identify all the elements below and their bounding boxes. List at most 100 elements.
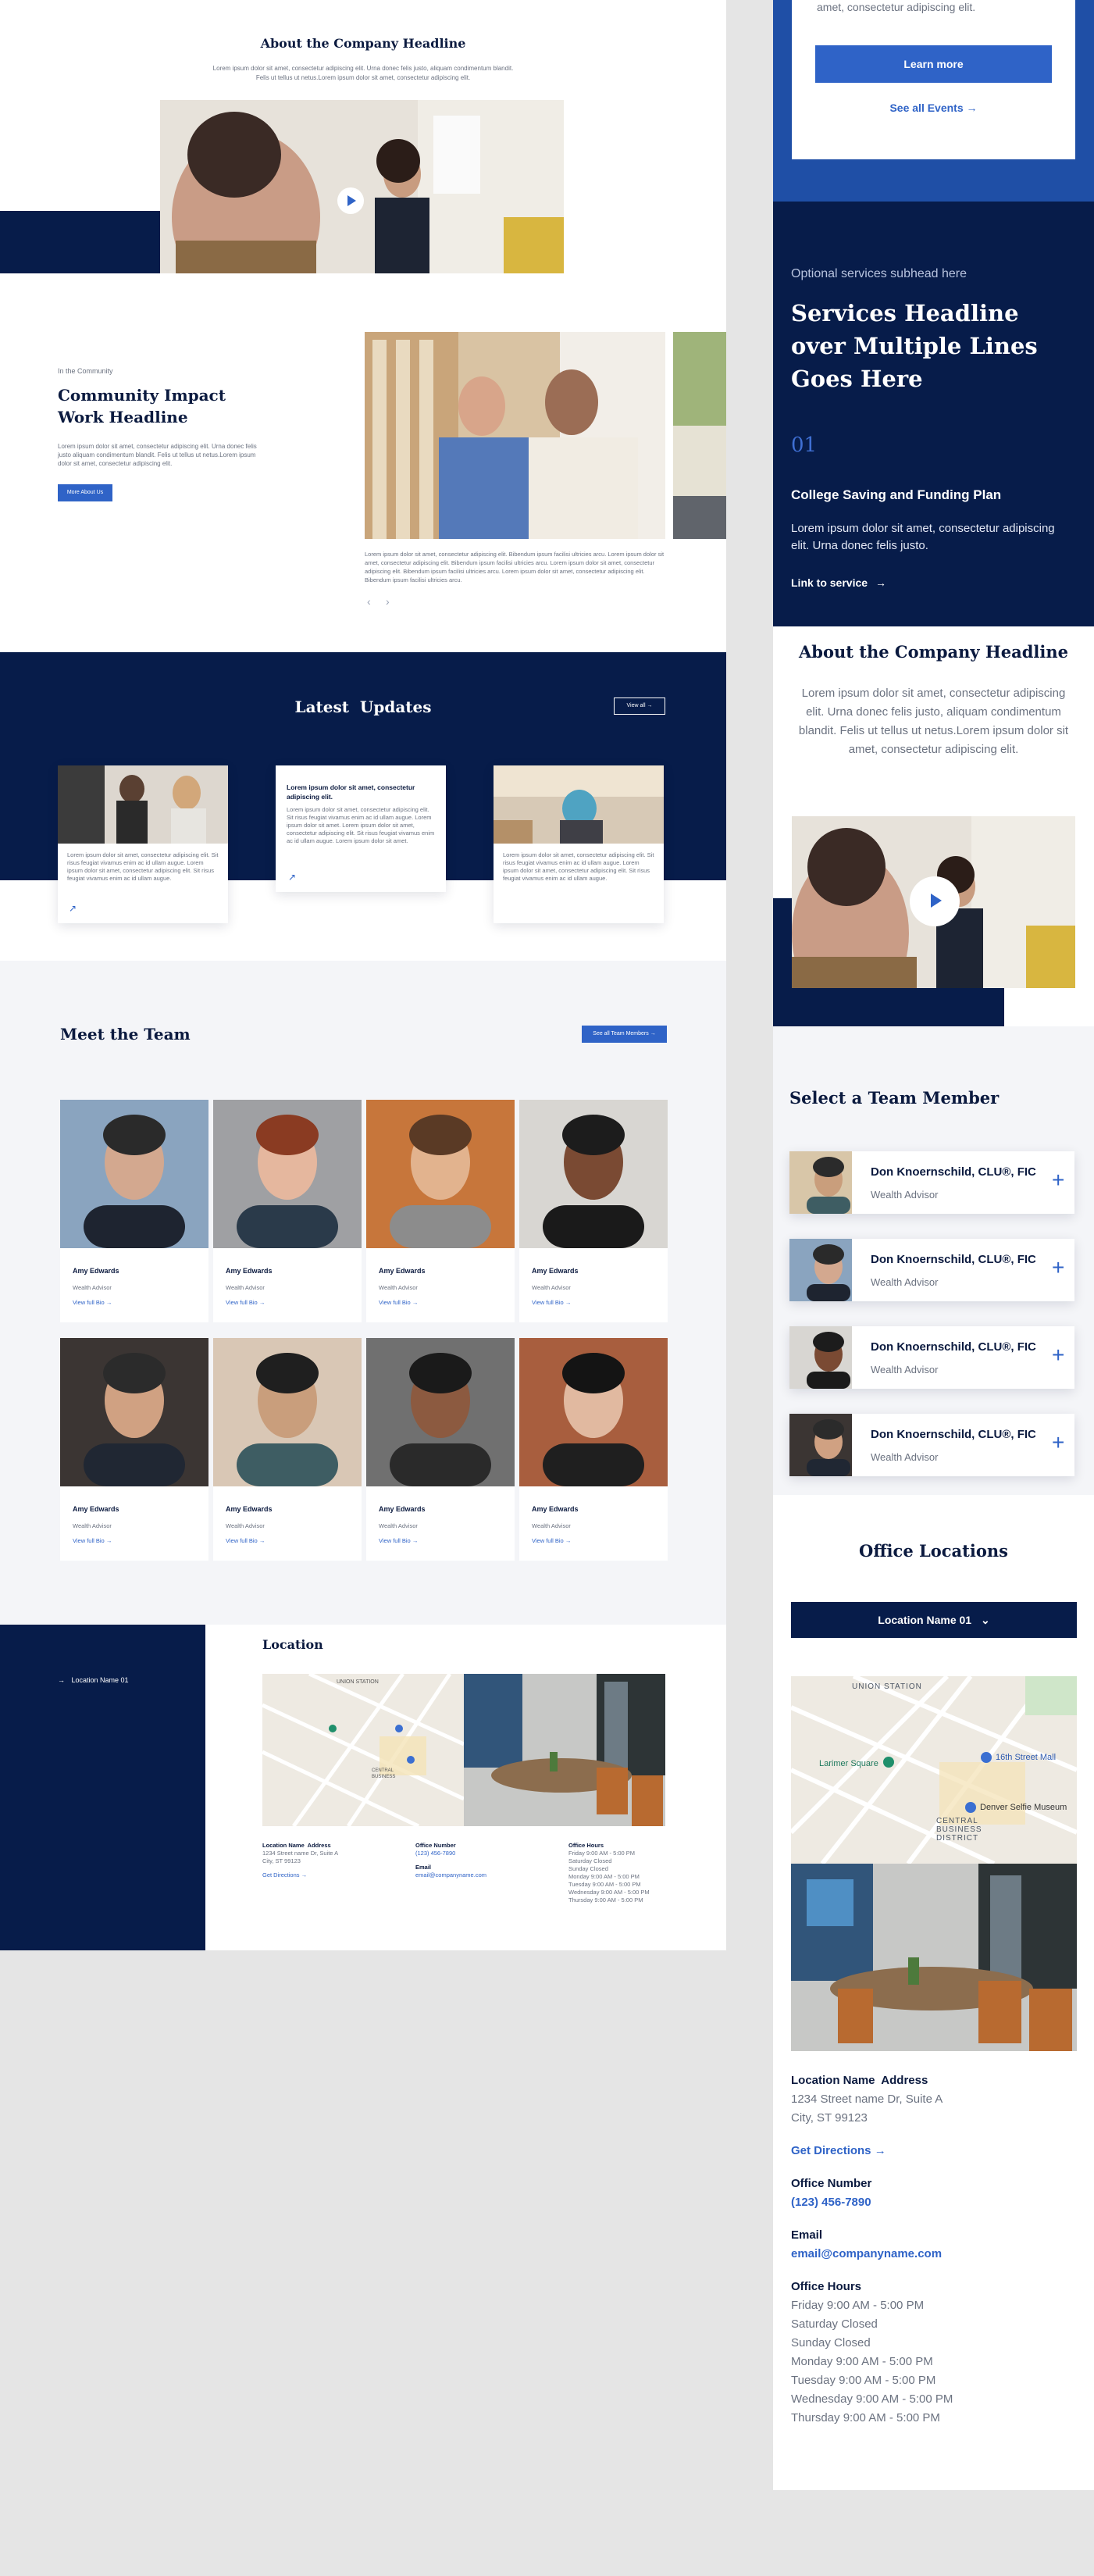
team-member-role: Wealth Advisor — [871, 1451, 939, 1463]
chevron-right-icon: › — [386, 595, 390, 608]
updates-view-all-button[interactable]: View all → — [614, 698, 665, 715]
community-body: Lorem ipsum dolor sit amet, consectetur … — [58, 443, 257, 467]
link-to-service[interactable]: Link to service → — [791, 576, 886, 589]
mobile-about-title: About the Company Headline — [799, 642, 1068, 662]
email-link[interactable]: email@companyname.com — [791, 2245, 1077, 2264]
update-card[interactable]: Lorem ipsum dolor sit amet, consectetur … — [276, 765, 446, 892]
office-hours-label: Office Hours — [791, 2280, 862, 2293]
map-label: 16th Street Mall — [996, 1753, 1057, 1762]
update-card-body: Lorem ipsum dolor sit amet, consectetur … — [503, 851, 654, 882]
team-member-avatar — [789, 1414, 852, 1476]
view-full-bio-link[interactable]: View full Bio → — [519, 1291, 668, 1306]
team-card[interactable]: Amy Edwards Wealth Advisor View full Bio… — [213, 1100, 362, 1322]
learn-more-button[interactable]: Learn more — [815, 45, 1052, 83]
offices-details: Location Name Address 1234 Street name D… — [791, 2071, 1077, 2428]
view-full-bio-label: View full Bio — [532, 1299, 564, 1306]
expand-plus-icon[interactable]: + — [1052, 1168, 1064, 1192]
team-card[interactable]: Amy Edwards Wealth Advisor View full Bio… — [213, 1338, 362, 1561]
get-directions-link[interactable]: Get Directions → — [262, 1871, 403, 1879]
team-member-item[interactable]: Don Knoernschild, CLU®, FIC Wealth Advis… — [789, 1151, 1074, 1214]
team-card[interactable]: Amy Edwards Wealth Advisor View full Bio… — [60, 1100, 208, 1322]
view-full-bio-label: View full Bio — [226, 1299, 258, 1306]
mobile-events-card: amet, consectetur adipiscing elit. Learn… — [792, 0, 1075, 159]
hours-row: Wednesday 9:00 AM - 5:00 PM — [791, 2392, 953, 2406]
team-card[interactable]: Amy Edwards Wealth Advisor View full Bio… — [366, 1338, 515, 1561]
carousel-prev[interactable]: ‹ — [367, 595, 371, 608]
office-number-link[interactable]: (123) 456-7890 — [415, 1850, 556, 1857]
play-button[interactable] — [337, 187, 364, 214]
office-number-link[interactable]: (123) 456-7890 — [791, 2193, 1077, 2212]
see-all-events-link[interactable]: See all Events → — [792, 102, 1075, 114]
team-member-photo — [213, 1338, 362, 1486]
location-sidebar-item[interactable]: → Location Name 01 — [58, 1676, 129, 1684]
view-full-bio-link[interactable]: View full Bio → — [366, 1291, 515, 1306]
expand-plus-icon[interactable]: + — [1052, 1431, 1064, 1454]
offices-map[interactable]: UNION STATION Larimer Square 16th Street… — [791, 1676, 1077, 1864]
email-link[interactable]: email@companyname.com — [415, 1871, 556, 1879]
community-image-next — [673, 332, 726, 539]
arrow-right-icon: → — [874, 2144, 886, 2157]
link-to-service-label: Link to service — [791, 576, 868, 589]
team-title: Meet the Team — [60, 1025, 191, 1044]
team-member-name: Don Knoernschild, CLU®, FIC — [871, 1340, 1036, 1354]
offices-image — [791, 1864, 1077, 2051]
mobile-play-button[interactable] — [910, 876, 960, 926]
team-member-role: Wealth Advisor — [379, 1284, 418, 1291]
hours-row: Saturday Closed — [791, 2317, 878, 2331]
team-card[interactable]: Amy Edwards Wealth Advisor View full Bio… — [519, 1338, 668, 1561]
hours-row: Sunday Closed — [791, 2336, 871, 2349]
team-member-role: Wealth Advisor — [871, 1189, 939, 1201]
address-line2: City, ST 99123 — [262, 1857, 301, 1864]
play-icon — [931, 894, 942, 908]
team-member-role: Wealth Advisor — [73, 1284, 112, 1291]
expand-plus-icon[interactable]: + — [1052, 1343, 1064, 1367]
view-full-bio-link[interactable]: View full Bio → — [60, 1529, 208, 1544]
hours-row: Friday 9:00 AM - 5:00 PM — [568, 1850, 636, 1857]
view-full-bio-link[interactable]: View full Bio → — [60, 1291, 208, 1306]
expand-plus-icon[interactable]: + — [1052, 1256, 1064, 1279]
hours-row: Tuesday 9:00 AM - 5:00 PM — [791, 2374, 936, 2387]
team-member-name: Amy Edwards — [226, 1267, 273, 1275]
svg-text:CENTRAL: CENTRAL — [372, 1768, 394, 1773]
more-about-us-button[interactable]: More About Us — [58, 484, 112, 501]
team-member-item[interactable]: Don Knoernschild, CLU®, FIC Wealth Advis… — [789, 1326, 1074, 1389]
team-card[interactable]: Amy Edwards Wealth Advisor View full Bio… — [60, 1338, 208, 1561]
team-member-name: Amy Edwards — [379, 1505, 426, 1513]
get-directions-label: Get Directions — [791, 2144, 871, 2157]
services-number: 01 — [791, 433, 818, 457]
office-hours-label: Office Hours — [568, 1842, 604, 1849]
address-line1: 1234 Street name Dr, Suite A — [262, 1850, 339, 1857]
get-directions-link[interactable]: Get Directions → — [791, 2142, 1077, 2160]
view-full-bio-link[interactable]: View full Bio → — [213, 1291, 362, 1306]
update-card-heading: Lorem ipsum dolor sit amet, consectetur … — [287, 783, 415, 801]
location-map[interactable]: UNION STATION CENTRAL BUSINESS — [262, 1674, 464, 1826]
location-dropdown[interactable]: Location Name 01 ⌄ — [791, 1602, 1077, 1638]
services-item-body: Lorem ipsum dolor sit amet, consectetur … — [791, 522, 1055, 552]
arrow-right-icon: → — [105, 1537, 112, 1544]
team-member-item[interactable]: Don Knoernschild, CLU®, FIC Wealth Advis… — [789, 1414, 1074, 1476]
address-line2: City, ST 99123 — [791, 2111, 868, 2125]
mobile-team-title: Select a Team Member — [789, 1088, 1000, 1108]
play-icon — [347, 195, 356, 206]
view-full-bio-link[interactable]: View full Bio → — [519, 1529, 668, 1544]
team-card[interactable]: Amy Edwards Wealth Advisor View full Bio… — [366, 1100, 515, 1322]
team-member-name: Amy Edwards — [379, 1267, 426, 1275]
view-full-bio-label: View full Bio — [73, 1299, 105, 1306]
arrow-up-right-icon: ↗ — [288, 872, 297, 883]
location-sidebar — [0, 1625, 205, 1950]
team-card[interactable]: Amy Edwards Wealth Advisor View full Bio… — [519, 1100, 668, 1322]
address-label: Location Name Address — [791, 2074, 928, 2087]
arrow-right-icon: → — [650, 1031, 656, 1036]
address-line1: 1234 Street name Dr, Suite A — [791, 2093, 943, 2106]
view-full-bio-link[interactable]: View full Bio → — [366, 1529, 515, 1544]
team-member-photo — [366, 1100, 515, 1248]
update-card[interactable]: Lorem ipsum dolor sit amet, consectetur … — [58, 765, 228, 923]
update-card[interactable]: Lorem ipsum dolor sit amet, consectetur … — [494, 765, 664, 923]
team-member-name: Amy Edwards — [73, 1505, 119, 1513]
team-member-item[interactable]: Don Knoernschild, CLU®, FIC Wealth Advis… — [789, 1239, 1074, 1301]
carousel-next[interactable]: › — [386, 595, 390, 608]
mobile-services-section — [773, 202, 1094, 626]
view-full-bio-label: View full Bio — [379, 1537, 411, 1544]
see-all-team-button[interactable]: See all Team Members → — [582, 1026, 667, 1043]
view-full-bio-link[interactable]: View full Bio → — [213, 1529, 362, 1544]
